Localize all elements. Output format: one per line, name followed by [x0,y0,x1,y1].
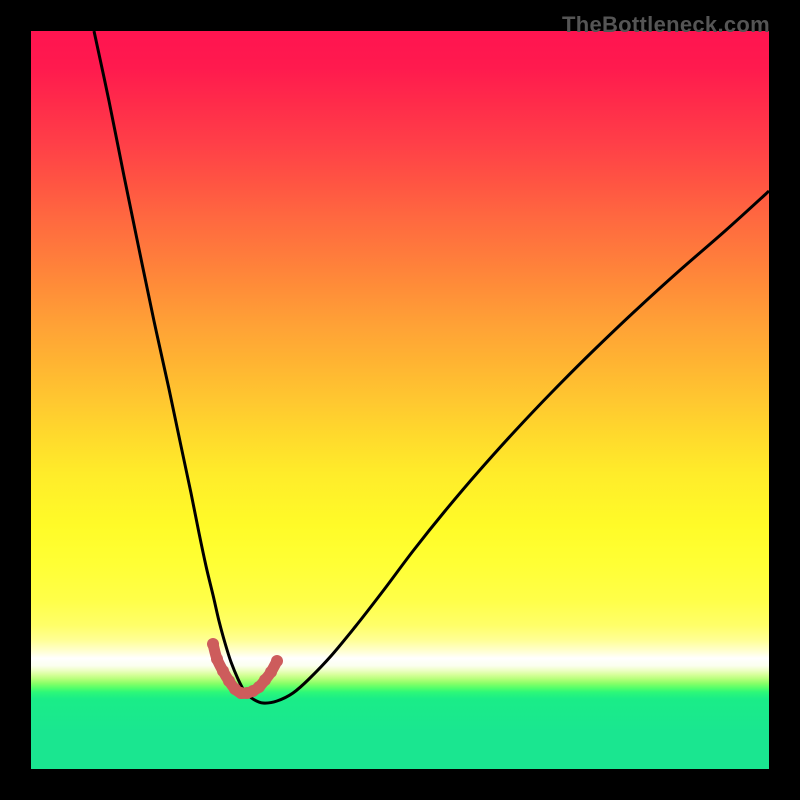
watermark: TheBottleneck.com [562,12,770,38]
highlight-dot [211,653,223,665]
highlight-dot [207,638,219,650]
chart-svg [31,31,769,769]
plot-area [31,31,769,769]
highlight-dot [271,655,283,667]
bottleneck-curve [94,31,769,703]
highlight-dot [265,666,277,678]
highlight-dot [217,665,229,677]
